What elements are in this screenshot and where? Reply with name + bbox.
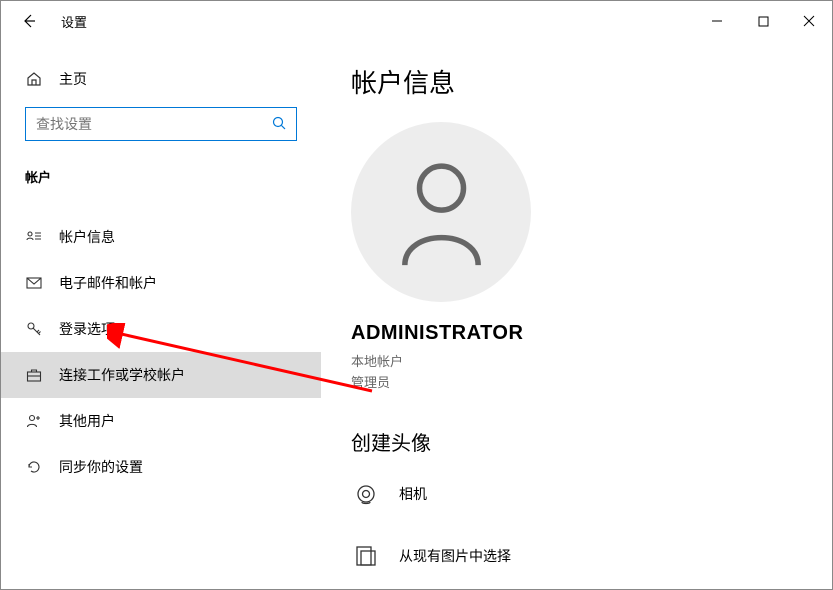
sidebar-item-signin-options[interactable]: 登录选项 xyxy=(1,306,321,352)
people-add-icon xyxy=(25,413,43,429)
close-button[interactable] xyxy=(786,1,832,41)
account-type: 本地帐户 xyxy=(351,351,832,370)
option-browse[interactable]: 从现有图片中选择 xyxy=(351,532,832,580)
maximize-icon xyxy=(758,16,769,27)
search-input[interactable] xyxy=(36,116,272,132)
sidebar: 主页 帐户 帐户信息 xyxy=(1,41,321,589)
close-icon xyxy=(803,15,815,27)
sidebar-item-label: 同步你的设置 xyxy=(59,457,143,477)
nav-list: 帐户信息 电子邮件和帐户 登录选项 xyxy=(1,214,321,490)
home-button[interactable]: 主页 xyxy=(1,61,321,97)
page-title: 帐户信息 xyxy=(351,63,832,100)
create-avatar-title: 创建头像 xyxy=(351,427,832,456)
avatar-block: ADMINISTRATOR 本地帐户 管理员 xyxy=(351,122,832,391)
option-label: 相机 xyxy=(399,484,427,504)
username: ADMINISTRATOR xyxy=(351,322,832,345)
briefcase-icon xyxy=(25,367,43,383)
sidebar-item-label: 连接工作或学校帐户 xyxy=(59,365,185,385)
search-box[interactable] xyxy=(25,107,297,141)
minimize-icon xyxy=(711,15,723,27)
minimize-button[interactable] xyxy=(694,1,740,41)
main-panel: 帐户信息 ADMINISTRATOR 本地帐户 管理员 创建头像 相机 xyxy=(321,41,832,589)
sidebar-item-label: 其他用户 xyxy=(59,411,115,431)
person-card-icon xyxy=(25,229,43,245)
home-icon xyxy=(25,71,43,87)
titlebar: 设置 xyxy=(1,1,832,41)
sidebar-item-other-users[interactable]: 其他用户 xyxy=(1,398,321,444)
sidebar-item-account-info[interactable]: 帐户信息 xyxy=(1,214,321,260)
sidebar-item-work-school[interactable]: 连接工作或学校帐户 xyxy=(1,352,321,398)
window-controls xyxy=(694,1,832,41)
sidebar-item-label: 帐户信息 xyxy=(59,227,115,247)
option-label: 从现有图片中选择 xyxy=(399,546,511,566)
sync-icon xyxy=(25,459,43,475)
browse-icon xyxy=(351,544,381,568)
sidebar-section-label: 帐户 xyxy=(1,141,321,196)
mail-icon xyxy=(25,275,43,291)
window-title: 设置 xyxy=(61,12,87,31)
option-camera[interactable]: 相机 xyxy=(351,470,832,518)
arrow-left-icon xyxy=(21,13,37,29)
avatar xyxy=(351,122,531,302)
person-icon xyxy=(394,157,489,267)
home-label: 主页 xyxy=(59,69,87,89)
camera-icon xyxy=(351,482,381,506)
account-role: 管理员 xyxy=(351,372,832,391)
sidebar-item-label: 电子邮件和帐户 xyxy=(59,273,157,293)
sidebar-item-email-accounts[interactable]: 电子邮件和帐户 xyxy=(1,260,321,306)
sidebar-item-sync-settings[interactable]: 同步你的设置 xyxy=(1,444,321,490)
key-icon xyxy=(25,321,43,337)
back-button[interactable] xyxy=(15,7,43,35)
maximize-button[interactable] xyxy=(740,1,786,41)
sidebar-item-label: 登录选项 xyxy=(59,319,115,339)
search-icon xyxy=(272,116,286,133)
